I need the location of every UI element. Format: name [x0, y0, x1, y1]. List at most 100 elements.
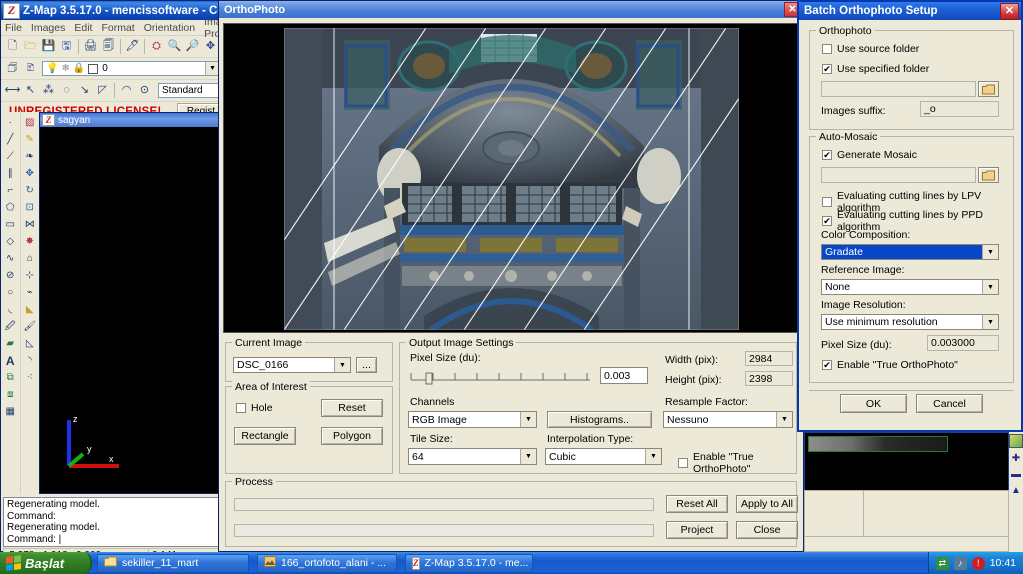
cancel-button[interactable]: Cancel	[916, 394, 983, 413]
chevron-down-icon[interactable]: ▼	[520, 412, 536, 427]
layer-combo[interactable]: 💡 ❄ 🔒 0 ▼	[42, 61, 220, 76]
reset-all-button[interactable]: Reset All	[666, 495, 728, 513]
batch-true-orthophoto-checkbox[interactable]: ✔	[822, 360, 832, 370]
zoom-out-icon[interactable]: 🔎	[184, 38, 201, 55]
layer-properties-icon[interactable]: 🗈	[22, 60, 39, 77]
extend-icon[interactable]: ⌁	[22, 285, 38, 300]
orthophoto-preview[interactable]	[223, 23, 799, 333]
lpv-algorithm-checkbox[interactable]	[822, 197, 832, 207]
extrude-icon[interactable]: ⌂	[22, 251, 38, 266]
mirror-icon[interactable]: ⋈	[22, 217, 38, 232]
scroll-up-icon[interactable]: ▲	[1010, 484, 1022, 496]
scale-icon[interactable]: ↘	[76, 82, 93, 99]
point-icon[interactable]: ⊙	[136, 82, 153, 99]
rectangle-button[interactable]: Rectangle	[234, 427, 296, 445]
reset-button[interactable]: Reset	[321, 399, 383, 417]
hole-checkbox-row[interactable]: Hole	[236, 402, 273, 414]
image-icon[interactable]: ▰	[2, 336, 18, 351]
fill-icon[interactable]: ◣	[22, 302, 38, 317]
reference-image-select[interactable]: None ▼	[821, 279, 999, 295]
paint-icon[interactable]: 🖌	[22, 319, 38, 334]
chevron-down-icon[interactable]: ▼	[776, 412, 792, 427]
folder-icon[interactable]	[978, 167, 999, 183]
new-file-icon[interactable]: 🗋	[4, 38, 21, 55]
channels-select[interactable]: RGB Image ▼	[408, 411, 537, 428]
chevron-down-icon[interactable]: ▼	[205, 62, 219, 75]
menu-images[interactable]: Images	[31, 22, 65, 34]
mesh-icon[interactable]: ▦	[2, 404, 18, 419]
taskbar-item-ortofoto[interactable]: 166_ortofoto_alani - ...	[257, 553, 397, 573]
color-composition-select[interactable]: Gradate ▼	[821, 244, 999, 260]
generate-mosaic-row[interactable]: ✔ Generate Mosaic	[822, 149, 917, 161]
hatch-icon[interactable]: 🖉	[2, 319, 18, 334]
block-icon[interactable]: ⧉	[2, 370, 18, 385]
histograms-button[interactable]: Histograms..	[547, 411, 652, 428]
use-source-folder-row[interactable]: Use source folder	[822, 43, 919, 55]
tile-size-select[interactable]: 64 ▼	[408, 448, 537, 465]
layers-icon[interactable]: 🗇	[4, 60, 21, 77]
close-icon[interactable]: ✕	[1000, 2, 1019, 20]
taskbar-item-sekiller[interactable]: sekiller_11_mart	[97, 553, 249, 573]
true-orthophoto-checkbox[interactable]	[678, 458, 688, 468]
menu-edit[interactable]: Edit	[74, 22, 92, 34]
rectangle-icon[interactable]: ▭	[2, 217, 18, 232]
images-suffix-input[interactable]: _o	[920, 101, 999, 117]
use-specified-folder-row[interactable]: ✔ Use specified folder	[822, 63, 929, 75]
fillet-icon[interactable]: ◝	[22, 353, 38, 368]
current-image-select[interactable]: DSC_0166 ▼	[233, 357, 351, 373]
polygon-button[interactable]: Polygon	[321, 427, 383, 445]
chevron-down-icon[interactable]: ▼	[645, 449, 661, 464]
polyline-icon[interactable]: ⟋	[2, 149, 18, 164]
project-button[interactable]: Project	[666, 521, 728, 539]
generate-mosaic-checkbox[interactable]: ✔	[822, 150, 832, 160]
save-icon[interactable]: 💾	[40, 38, 57, 55]
browse-image-button[interactable]: ...	[356, 357, 377, 373]
interpolation-select[interactable]: Cubic ▼	[545, 448, 662, 465]
trim-icon[interactable]: ⊹	[22, 268, 38, 283]
use-source-folder-checkbox[interactable]	[822, 44, 832, 54]
model-3d-viewport[interactable]: z y x	[41, 128, 225, 492]
menu-format[interactable]: Format	[101, 22, 134, 34]
style-combo[interactable]: Standard	[158, 83, 220, 98]
explode-icon[interactable]: ✸	[22, 234, 38, 249]
taskbar-item-zmap[interactable]: Z Z-Map 3.5.17.0 - me...	[405, 553, 533, 573]
true-orthophoto-checkbox-row[interactable]: Enable "True OrthoPhoto"	[678, 451, 796, 475]
rotate-icon[interactable]: ◌	[58, 82, 75, 99]
image-resolution-select[interactable]: Use minimum resolution ▼	[821, 314, 999, 330]
command-history[interactable]: Regenerating model. Command: Regeneratin…	[3, 497, 223, 547]
distance-icon[interactable]: ⟷	[4, 82, 21, 99]
window-icon[interactable]: ⊡	[22, 200, 38, 215]
line-icon[interactable]: ╱	[2, 132, 18, 147]
command-input-line[interactable]: Command: |	[7, 534, 219, 546]
angle-icon[interactable]: ↖	[22, 82, 39, 99]
chevron-down-icon[interactable]: ▼	[982, 315, 998, 329]
offset-icon[interactable]: ◺	[22, 336, 38, 351]
edit-pencil-icon[interactable]: ✎	[22, 132, 38, 147]
folder-icon[interactable]	[978, 81, 999, 97]
cloud-icon[interactable]: ⁖	[22, 370, 38, 385]
menu-file[interactable]: File	[5, 22, 22, 34]
node-icon[interactable]: ⁂	[40, 82, 57, 99]
clock[interactable]: 10:41	[990, 557, 1016, 569]
ppd-algorithm-checkbox[interactable]: ✔	[822, 216, 832, 226]
zmap-title-bar[interactable]: Z Z-Map 3.5.17.0 - mencissoftware - Coll…	[1, 1, 227, 20]
circle-icon[interactable]: ⊘	[2, 268, 18, 283]
copy-icon[interactable]: ❧	[22, 149, 38, 164]
zoom-in-icon[interactable]: ✚	[1010, 452, 1022, 464]
volume-icon[interactable]: ♪	[953, 556, 967, 570]
model-child-title-bar[interactable]: Z sagyan	[40, 113, 226, 127]
rotate2-icon[interactable]: ↻	[22, 183, 38, 198]
batch-true-orthophoto-row[interactable]: ✔ Enable "True OrthoPhoto"	[822, 359, 958, 371]
batch-dialog-title-bar[interactable]: Batch Orthophoto Setup ✕	[799, 2, 1021, 20]
curve-icon[interactable]: ∿	[2, 251, 18, 266]
point-icon[interactable]: ·	[2, 115, 18, 130]
hole-checkbox[interactable]	[236, 403, 246, 413]
network-icon[interactable]: ⇄	[935, 556, 949, 570]
arc2-icon[interactable]: ◟	[2, 302, 18, 317]
open-folder-icon[interactable]: 🗁	[22, 38, 39, 55]
specified-folder-input[interactable]	[821, 81, 976, 97]
print-preview-icon[interactable]: 🗐	[100, 38, 117, 55]
polygon-icon[interactable]: ⬠	[2, 200, 18, 215]
shield-icon[interactable]: !	[971, 556, 985, 570]
slope-icon[interactable]: ◸	[94, 82, 111, 99]
